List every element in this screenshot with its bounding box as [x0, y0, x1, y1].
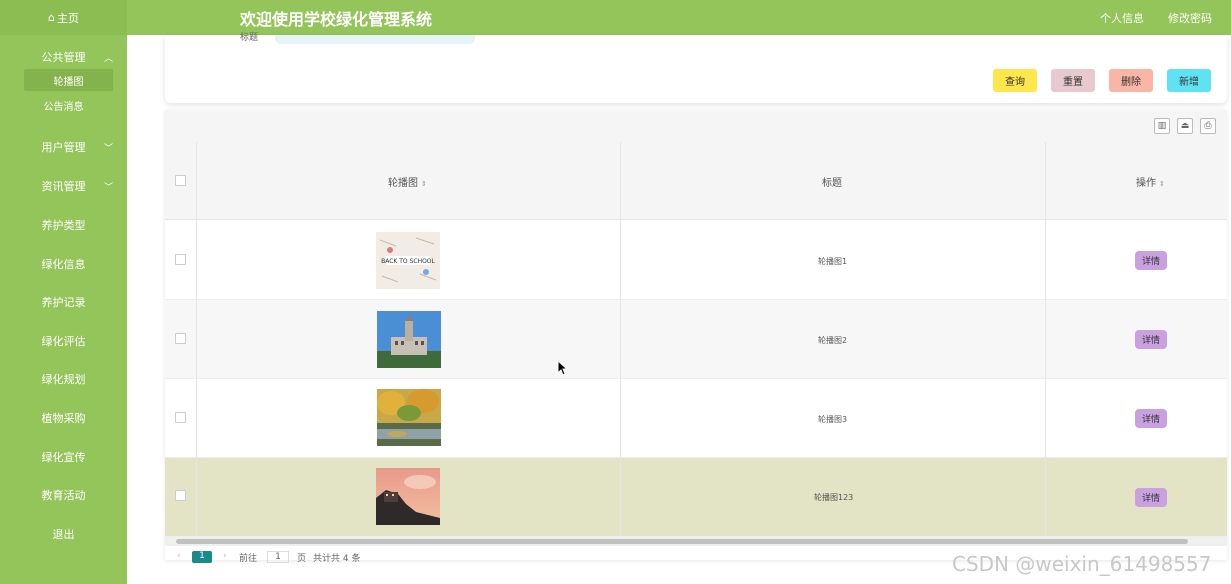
columns-filter-icon[interactable]: ▥: [1154, 118, 1170, 134]
query-button[interactable]: 查询: [993, 69, 1037, 92]
sidebar-item-plant-purchase[interactable]: 植物采购: [0, 407, 127, 429]
row-checkbox[interactable]: [175, 333, 186, 344]
table-header: [165, 142, 1227, 220]
row-title: 轮播图1: [818, 257, 848, 266]
column-divider: [620, 142, 621, 537]
column-divider: [1045, 142, 1046, 537]
search-label: 标题: [240, 33, 259, 43]
search-input[interactable]: [275, 35, 475, 44]
sidebar-item-greening-assessment[interactable]: 绿化评估: [0, 330, 127, 352]
carousel-thumbnail: BACK TO SCHOOL: [376, 232, 440, 289]
header-action-label: 操作: [1136, 178, 1156, 189]
sidebar-item-education[interactable]: 教育活动: [0, 484, 127, 506]
sidebar-item-maintenance-type[interactable]: 养护类型: [0, 214, 127, 236]
carousel-thumbnail: [377, 311, 441, 368]
page-number-current[interactable]: 1: [192, 551, 212, 563]
header-title: 标题: [822, 178, 842, 189]
sidebar-item-label: 养护类型: [41, 219, 86, 232]
chevron-down-icon: ﹀: [104, 143, 114, 154]
detail-button[interactable]: 详情: [1135, 488, 1167, 507]
select-all-checkbox[interactable]: [175, 175, 186, 186]
sidebar-item-label: 植物采购: [41, 412, 86, 425]
sidebar-item-maintenance-record[interactable]: 养护记录: [0, 291, 127, 313]
detail-button[interactable]: 详情: [1135, 409, 1167, 428]
sidebar-item-label: 绿化宣传: [41, 451, 86, 464]
sidebar-item-label: 绿化信息: [41, 258, 86, 271]
sort-icon[interactable]: ⇕: [1159, 180, 1165, 188]
chevron-down-icon: ﹀: [104, 182, 114, 193]
table-row[interactable]: [165, 458, 1227, 537]
change-password-link[interactable]: 修改密码: [1168, 10, 1212, 26]
total-count: 共计共 4 条: [313, 554, 361, 564]
sidebar-item-greening-info[interactable]: 绿化信息: [0, 253, 127, 275]
sidebar-item-users[interactable]: 用户管理 ﹀: [0, 136, 127, 158]
sidebar-item-label: 公告消息: [43, 101, 84, 113]
sidebar-item-greening-plan[interactable]: 绿化规划: [0, 368, 127, 390]
header-action[interactable]: 操作 ⇕: [1136, 174, 1165, 189]
next-page-icon[interactable]: ›: [223, 551, 227, 561]
row-checkbox[interactable]: [175, 490, 186, 501]
detail-button[interactable]: 详情: [1135, 330, 1167, 349]
home-icon: ⌂: [48, 11, 55, 24]
sidebar-item-news[interactable]: 资讯管理 ﹀: [0, 175, 127, 197]
system-title: 欢迎使用学校绿化管理系统: [240, 10, 433, 29]
sidebar-item-announcements[interactable]: 公告消息: [0, 94, 127, 116]
detail-button[interactable]: 详情: [1135, 251, 1167, 270]
reset-button[interactable]: 重置: [1051, 69, 1095, 92]
sidebar-item-carousel[interactable]: 轮播图: [24, 69, 113, 91]
add-button[interactable]: 新增: [1167, 69, 1211, 92]
sidebar-item-label: 绿化规划: [41, 373, 86, 386]
delete-button[interactable]: 删除: [1109, 69, 1153, 92]
row-checkbox[interactable]: [175, 254, 186, 265]
sidebar-item-label: 养护记录: [41, 296, 86, 309]
prev-page-icon[interactable]: ‹: [177, 551, 181, 561]
sidebar-item-logout[interactable]: 退出: [0, 523, 127, 545]
sidebar-item-label: 用户管理: [41, 141, 86, 154]
sidebar-item-label: 资讯管理: [41, 180, 86, 193]
row-title: 轮播图3: [818, 415, 848, 424]
chevron-up-icon: ︿: [104, 53, 114, 64]
mouse-cursor-icon: [557, 359, 569, 380]
print-icon[interactable]: ⎙: [1200, 118, 1216, 134]
table-row[interactable]: [165, 379, 1227, 458]
export-icon[interactable]: ⏏: [1177, 118, 1193, 134]
page-unit: 页: [297, 554, 307, 564]
header-image-label: 轮播图: [388, 178, 418, 189]
home-link[interactable]: ⌂ 主页: [0, 0, 127, 35]
carousel-thumbnail: [376, 468, 440, 525]
goto-label: 前往: [239, 554, 258, 564]
table-row[interactable]: [165, 221, 1227, 300]
column-divider: [196, 142, 197, 537]
sidebar-item-label: 绿化评估: [41, 335, 86, 348]
row-title: 轮播图2: [818, 336, 848, 345]
goto-input[interactable]: 1: [267, 551, 289, 563]
sidebar-item-label: 公共管理: [41, 51, 86, 64]
sort-icon[interactable]: ⇕: [421, 180, 427, 188]
sidebar-item-label: 教育活动: [41, 489, 86, 502]
table-row[interactable]: [165, 300, 1227, 379]
pagination: ‹ 1 › 前往 1 页 共计共 4 条: [165, 551, 465, 564]
row-checkbox[interactable]: [175, 412, 186, 423]
sidebar-item-label: 退出: [52, 528, 75, 541]
sidebar-item-label: 轮播图: [53, 76, 84, 88]
watermark: CSDN @weixin_61498557: [952, 552, 1212, 576]
profile-link[interactable]: 个人信息: [1100, 10, 1144, 26]
sidebar-item-public[interactable]: 公共管理 ︿: [0, 46, 127, 68]
top-bar: [0, 0, 1231, 35]
scrollbar-thumb[interactable]: [176, 539, 1188, 544]
carousel-thumbnail: [377, 389, 441, 446]
table-toolbar: [165, 110, 1227, 142]
svg-text:BACK TO SCHOOL: BACK TO SCHOOL: [381, 258, 435, 265]
header-image[interactable]: 轮播图 ⇕: [388, 174, 427, 189]
row-title: 轮播图123: [814, 493, 854, 502]
home-label: 主页: [56, 11, 79, 25]
sidebar-item-greening-promo[interactable]: 绿化宣传: [0, 446, 127, 468]
